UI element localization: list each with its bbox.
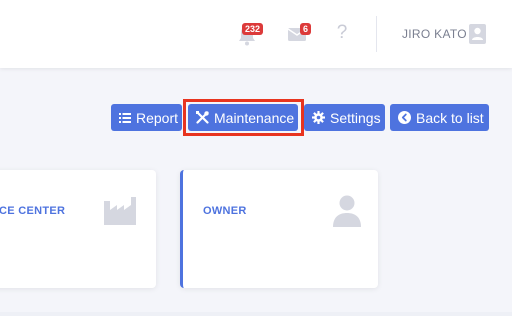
top-navbar: 232 6 ? JIRO KATO [0,0,512,68]
person-icon [333,195,361,227]
settings-button[interactable]: Settings [304,104,385,131]
notifications-badge: 232 [242,23,264,35]
back-to-list-button-label: Back to list [416,109,484,126]
content-divider [0,312,512,316]
card-title: RVICE CENTER [0,205,66,217]
factory-icon [104,197,136,225]
service-center-card[interactable]: RVICE CENTER [0,170,156,288]
user-name[interactable]: JIRO KATO [402,27,467,41]
messages-badge: 6 [300,23,312,35]
report-button-label: Report [136,109,179,126]
question-icon[interactable]: ? [334,22,350,44]
navbar-divider [376,16,377,52]
gear-icon [312,111,325,124]
chevron-left-circle-icon [398,111,411,124]
back-to-list-button[interactable]: Back to list [390,104,489,131]
user-avatar-icon[interactable] [469,24,486,44]
settings-button-label: Settings [330,109,381,126]
list-icon [119,112,131,123]
owner-card[interactable]: OWNER [180,170,378,288]
card-title: OWNER [203,205,247,217]
report-button[interactable]: Report [111,104,182,131]
maintenance-highlight-box [183,99,304,136]
